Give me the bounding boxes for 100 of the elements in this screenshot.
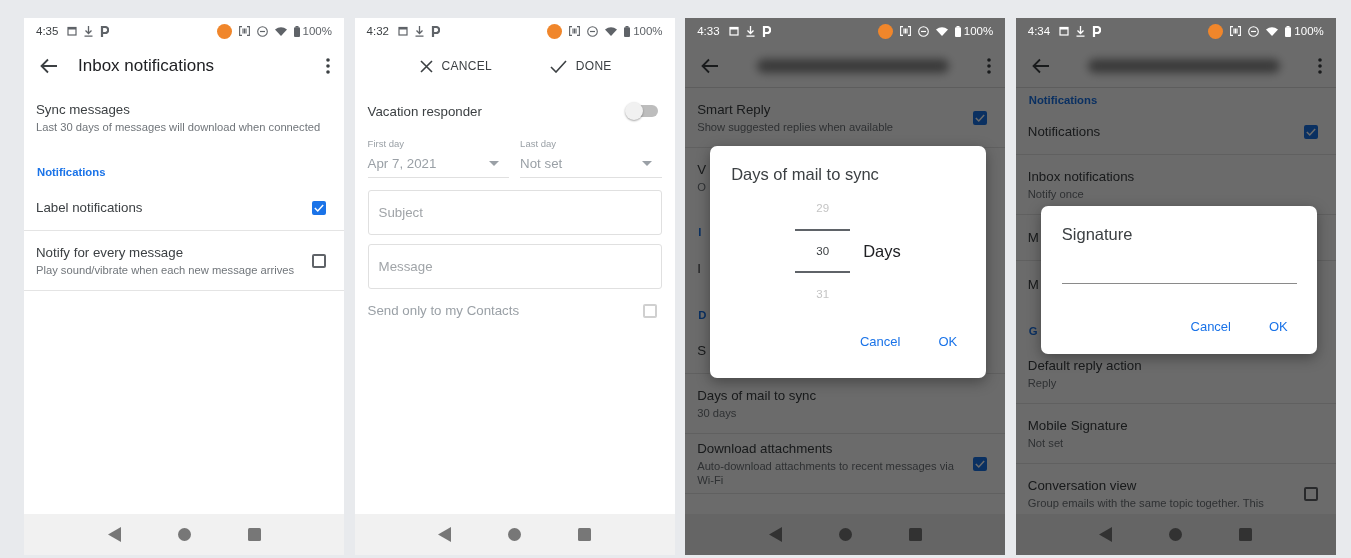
cancel-button[interactable]: Cancel <box>1186 315 1235 338</box>
nav-back-icon[interactable] <box>1099 527 1113 542</box>
done-button[interactable]: DONE <box>543 55 618 77</box>
calendar-icon <box>398 26 408 36</box>
status-time: 4:34 <box>1027 25 1051 37</box>
cancel-button[interactable]: CANCEL <box>413 55 498 77</box>
picker-value[interactable]: 30 <box>795 229 851 273</box>
nav-home-icon[interactable] <box>177 528 191 541</box>
setting-subtitle: Not set <box>1027 435 1064 450</box>
date-dropdown[interactable]: Not set <box>520 156 662 178</box>
unit-label: Days <box>863 241 901 261</box>
battery-level: 100% <box>302 25 332 37</box>
checkbox[interactable] <box>973 110 988 125</box>
checkbox[interactable] <box>973 456 988 471</box>
calendar-icon <box>728 26 739 36</box>
record-dot-icon <box>547 23 563 39</box>
section-header: D <box>698 309 707 322</box>
checkmark-icon <box>549 59 567 73</box>
do-not-disturb-icon <box>256 25 268 37</box>
back-arrow-icon[interactable] <box>40 58 58 74</box>
checkbox[interactable] <box>312 200 326 215</box>
wifi-icon <box>274 26 287 36</box>
ok-button[interactable]: OK <box>1265 315 1292 338</box>
battery-level: 100% <box>1294 25 1324 37</box>
setting-title: Vacation responder <box>367 103 482 119</box>
setting-title: M <box>1027 276 1039 292</box>
checkbox[interactable] <box>312 253 326 268</box>
nav-back-icon[interactable] <box>438 527 452 542</box>
nav-home-icon[interactable] <box>508 528 522 541</box>
cancel-button[interactable]: Cancel <box>855 330 905 353</box>
battery-icon <box>624 25 631 37</box>
date-dropdown[interactable]: Apr 7, 2021 <box>367 156 510 178</box>
setting-title: I <box>697 260 701 276</box>
ok-button[interactable]: OK <box>934 330 962 353</box>
nav-recents-icon[interactable] <box>1239 528 1253 541</box>
setting-subtitle: Last 30 days of messages will download when connected <box>36 120 321 134</box>
setting-title: V <box>697 162 707 177</box>
section-header: G <box>1028 325 1038 338</box>
wifi-icon <box>1266 26 1279 36</box>
record-dot-icon <box>877 23 893 39</box>
nav-back-icon[interactable] <box>107 527 121 542</box>
nav-home-icon[interactable] <box>838 528 852 541</box>
text-field[interactable]: Subject <box>367 190 662 235</box>
download-icon <box>84 25 94 37</box>
setting-subtitle: Reply <box>1027 375 1057 390</box>
wifi-icon <box>605 26 618 36</box>
field-label: First day <box>367 138 406 149</box>
wifi-icon <box>935 26 948 36</box>
setting-subtitle: Auto-download attachments to recent messages via Wi-Fi <box>697 458 956 487</box>
setting-subtitle: Group emails with the same topic together. This <box>1027 495 1264 510</box>
battery-icon <box>1285 25 1292 37</box>
setting-subtitle: O <box>697 180 706 194</box>
battery-icon <box>293 25 300 37</box>
section-header: Notifications <box>1028 94 1098 107</box>
more-options-icon[interactable] <box>326 58 330 74</box>
status-time: 4:32 <box>366 25 389 37</box>
setting-subtitle: Notify once <box>1027 186 1084 201</box>
do-not-disturb-icon <box>587 25 599 37</box>
setting-title: Conversation view <box>1027 477 1137 493</box>
setting-title: Smart Reply <box>697 101 771 117</box>
record-dot-icon <box>1208 23 1224 39</box>
nav-recents-icon[interactable] <box>578 528 592 541</box>
setting-subtitle: Show suggested replies when available <box>697 119 894 134</box>
download-icon <box>1076 25 1086 37</box>
toggle-switch[interactable] <box>627 105 658 117</box>
setting-title: Sync messages <box>36 102 130 117</box>
setting-title: M <box>1027 230 1039 245</box>
download-icon <box>745 25 755 37</box>
calendar-icon <box>67 26 78 36</box>
scan-icon <box>238 26 250 36</box>
dropdown-caret-icon <box>641 161 652 166</box>
nav-recents-icon[interactable] <box>247 528 261 541</box>
scan-icon <box>569 26 581 36</box>
status-time: 4:33 <box>697 25 720 37</box>
dropdown-caret-icon <box>489 161 500 166</box>
setting-title: Download attachments <box>697 440 833 456</box>
do-not-disturb-icon <box>1248 25 1260 37</box>
setting-title: Mobile Signature <box>1027 417 1128 433</box>
setting-title: S <box>697 343 707 358</box>
text-field[interactable]: Message <box>367 244 662 289</box>
status-time: 4:35 <box>36 25 59 37</box>
battery-icon <box>954 25 961 37</box>
nav-back-icon[interactable] <box>768 527 782 542</box>
section-header: Notifications <box>37 166 106 179</box>
close-icon <box>419 59 433 73</box>
setting-title: Default reply action <box>1027 357 1142 373</box>
setting-title: Label notifications <box>36 200 143 215</box>
nav-home-icon[interactable] <box>1169 528 1183 541</box>
download-icon <box>415 25 424 37</box>
checkbox[interactable] <box>1303 124 1318 139</box>
setting-title: Notifications <box>1027 124 1101 139</box>
record-dot-icon <box>216 23 232 39</box>
setting-title: Send only to my Contacts <box>367 303 520 318</box>
parking-icon <box>100 25 110 37</box>
calendar-icon <box>1059 26 1070 36</box>
parking-icon <box>761 25 771 37</box>
field-label: Last day <box>520 138 557 149</box>
nav-recents-icon[interactable] <box>908 528 922 541</box>
checkbox[interactable] <box>1303 486 1318 501</box>
scan-icon <box>899 26 911 36</box>
